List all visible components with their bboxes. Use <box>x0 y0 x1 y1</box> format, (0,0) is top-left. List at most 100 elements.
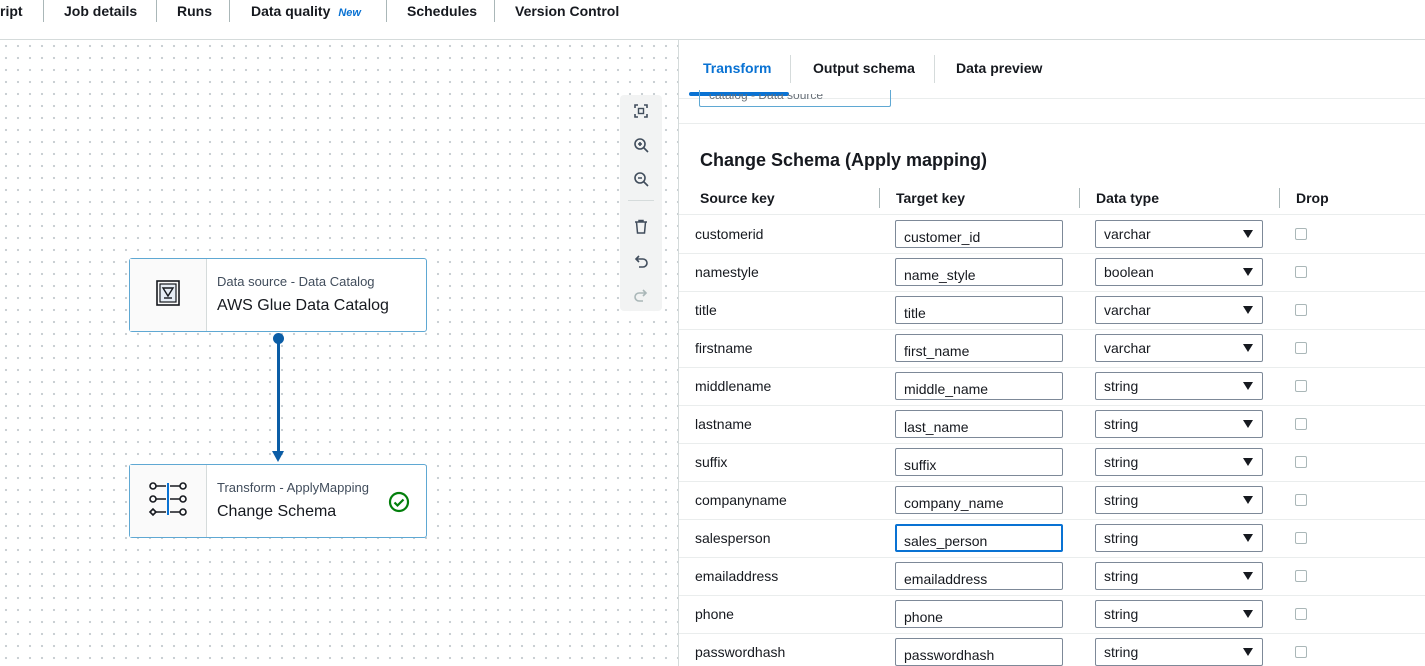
tab-schedules[interactable]: Schedules <box>407 0 477 24</box>
table-row: salesperson string <box>679 519 1425 558</box>
node-icon-box <box>130 465 207 537</box>
visual-editor-canvas[interactable]: Data source - Data Catalog AWS Glue Data… <box>0 40 678 666</box>
target-key-input[interactable] <box>895 448 1063 476</box>
tab-script[interactable]: ript <box>0 0 23 24</box>
column-header-data-type: Data type <box>1096 190 1160 206</box>
tab-divider <box>43 0 44 22</box>
tab-job-details[interactable]: Job details <box>64 0 137 24</box>
target-key-input[interactable] <box>895 638 1063 666</box>
drop-checkbox[interactable] <box>1295 646 1307 658</box>
target-key-input[interactable] <box>895 372 1063 400</box>
delete-icon[interactable] <box>630 216 652 238</box>
source-key-cell: firstname <box>695 340 753 356</box>
caret-down-icon <box>1243 382 1253 390</box>
success-check-icon <box>388 491 410 518</box>
target-key-input[interactable] <box>895 486 1063 514</box>
caret-down-icon <box>1243 268 1253 276</box>
tab-output-schema[interactable]: Output schema <box>813 60 915 76</box>
target-key-input[interactable] <box>895 410 1063 438</box>
data-type-select[interactable]: string <box>1095 524 1263 552</box>
data-type-value: string <box>1104 606 1139 622</box>
arrow-head-icon <box>272 451 284 462</box>
node-transform[interactable]: Transform - ApplyMapping Change Schema <box>129 464 427 538</box>
table-row: emailaddress string <box>679 557 1425 596</box>
table-row: phone string <box>679 595 1425 634</box>
data-type-select[interactable]: boolean <box>1095 258 1263 286</box>
caret-down-icon <box>1243 572 1253 580</box>
caret-down-icon <box>1243 610 1253 618</box>
target-key-input[interactable] <box>895 296 1063 324</box>
data-type-select[interactable]: string <box>1095 562 1263 590</box>
data-type-value: string <box>1104 378 1139 394</box>
tab-divider <box>790 55 791 83</box>
data-type-select[interactable]: string <box>1095 410 1263 438</box>
tab-data-preview[interactable]: Data preview <box>956 60 1042 76</box>
data-type-select[interactable]: string <box>1095 372 1263 400</box>
drop-checkbox[interactable] <box>1295 608 1307 620</box>
drop-checkbox[interactable] <box>1295 532 1307 544</box>
data-type-value: string <box>1104 644 1139 660</box>
drop-checkbox[interactable] <box>1295 456 1307 468</box>
target-key-input[interactable] <box>895 258 1063 286</box>
data-type-value: string <box>1104 530 1139 546</box>
table-row: title varchar <box>679 291 1425 330</box>
source-key-cell: passwordhash <box>695 644 786 660</box>
table-row: lastname string <box>679 405 1425 444</box>
node-data-source[interactable]: Data source - Data Catalog AWS Glue Data… <box>129 258 427 332</box>
data-type-select[interactable]: varchar <box>1095 220 1263 248</box>
fit-view-icon[interactable] <box>630 100 652 122</box>
tab-data-quality[interactable]: Data quality New <box>251 0 361 24</box>
drop-checkbox[interactable] <box>1295 570 1307 582</box>
data-type-select[interactable]: string <box>1095 448 1263 476</box>
caret-down-icon <box>1243 344 1253 352</box>
undo-icon[interactable] <box>630 250 652 272</box>
source-key-cell: suffix <box>695 454 728 470</box>
drop-checkbox[interactable] <box>1295 418 1307 430</box>
column-header-source-key: Source key <box>700 190 775 206</box>
target-key-input[interactable] <box>895 334 1063 362</box>
source-key-cell: lastname <box>695 416 752 432</box>
target-key-input[interactable] <box>895 524 1063 552</box>
data-type-value: varchar <box>1104 226 1151 242</box>
target-key-input[interactable] <box>895 600 1063 628</box>
drop-checkbox[interactable] <box>1295 494 1307 506</box>
tab-version-control[interactable]: Version Control <box>515 0 619 24</box>
drop-checkbox[interactable] <box>1295 266 1307 278</box>
caret-down-icon <box>1243 420 1253 428</box>
source-key-cell: middlename <box>695 378 772 394</box>
caret-down-icon <box>1243 496 1253 504</box>
data-type-select[interactable]: varchar <box>1095 334 1263 362</box>
drop-checkbox[interactable] <box>1295 380 1307 392</box>
target-key-input[interactable] <box>895 562 1063 590</box>
tab-runs[interactable]: Runs <box>177 0 212 24</box>
drop-checkbox[interactable] <box>1295 228 1307 240</box>
divider <box>679 123 1425 124</box>
data-type-value: string <box>1104 568 1139 584</box>
data-type-select[interactable]: string <box>1095 638 1263 666</box>
data-type-select[interactable]: string <box>1095 600 1263 628</box>
section-title: Change Schema (Apply mapping) <box>700 150 988 170</box>
zoom-out-icon[interactable] <box>630 168 652 190</box>
tab-divider <box>386 0 387 22</box>
job-tabs-bar: ript Job details Runs Data quality New Sc… <box>0 0 1425 40</box>
target-key-input[interactable] <box>895 220 1063 248</box>
table-row: middlename string <box>679 367 1425 406</box>
table-row: companyname string <box>679 481 1425 520</box>
drop-checkbox[interactable] <box>1295 304 1307 316</box>
table-row: customerid varchar <box>679 215 1425 254</box>
data-type-select[interactable]: varchar <box>1095 296 1263 324</box>
node-properties-panel: Transform Output schema Data preview cat… <box>678 40 1425 666</box>
zoom-in-icon[interactable] <box>630 134 652 156</box>
redo-icon[interactable] <box>630 284 652 306</box>
data-catalog-icon <box>154 279 182 312</box>
drop-checkbox[interactable] <box>1295 342 1307 354</box>
node-icon-box <box>130 259 207 331</box>
tab-divider <box>934 55 935 83</box>
data-type-value: varchar <box>1104 302 1151 318</box>
source-key-cell: emailaddress <box>695 568 779 584</box>
table-row: namestyle boolean <box>679 253 1425 292</box>
data-type-select[interactable]: string <box>1095 486 1263 514</box>
data-type-value: string <box>1104 492 1139 508</box>
tab-transform[interactable]: Transform <box>703 60 771 76</box>
source-key-cell: companyname <box>695 492 787 508</box>
